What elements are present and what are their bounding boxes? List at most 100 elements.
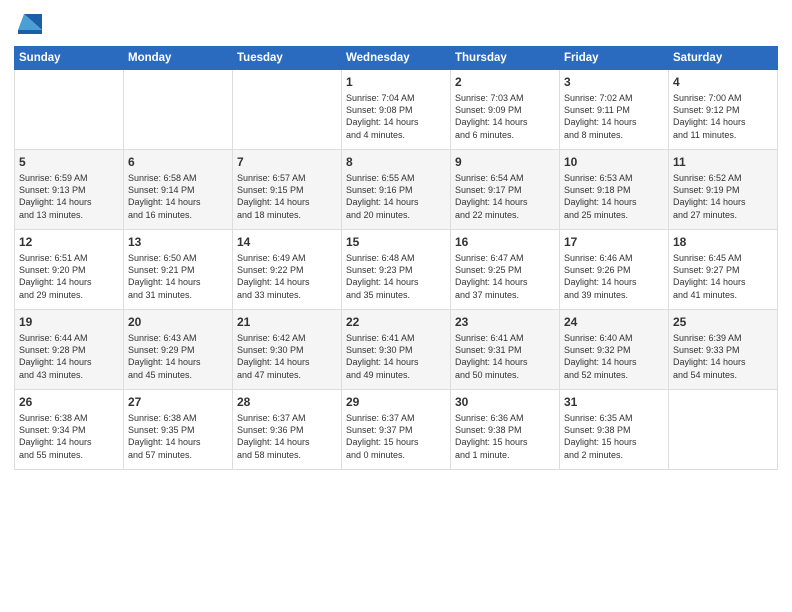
day-info: Sunrise: 6:44 AM Sunset: 9:28 PM Dayligh… xyxy=(19,332,119,381)
calendar-table: SundayMondayTuesdayWednesdayThursdayFrid… xyxy=(14,46,778,470)
day-info: Sunrise: 6:46 AM Sunset: 9:26 PM Dayligh… xyxy=(564,252,664,301)
day-info: Sunrise: 6:57 AM Sunset: 9:15 PM Dayligh… xyxy=(237,172,337,221)
logo xyxy=(14,10,44,38)
col-header-tuesday: Tuesday xyxy=(233,47,342,70)
day-cell xyxy=(15,70,124,150)
page: SundayMondayTuesdayWednesdayThursdayFrid… xyxy=(0,0,792,612)
day-number: 23 xyxy=(455,314,555,330)
day-cell: 11 Sunrise: 6:52 AM Sunset: 9:19 PM Dayli… xyxy=(669,150,778,230)
day-number: 29 xyxy=(346,394,446,410)
day-info: Sunrise: 6:51 AM Sunset: 9:20 PM Dayligh… xyxy=(19,252,119,301)
day-info: Sunrise: 6:49 AM Sunset: 9:22 PM Dayligh… xyxy=(237,252,337,301)
day-number: 25 xyxy=(673,314,773,330)
week-row-5: 26Sunrise: 6:38 AM Sunset: 9:34 PM Dayli… xyxy=(15,390,778,470)
day-info: Sunrise: 6:59 AM Sunset: 9:13 PM Dayligh… xyxy=(19,172,119,221)
day-number: 16 xyxy=(455,234,555,250)
day-cell: 1 Sunrise: 7:04 AM Sunset: 9:08 PM Daylig… xyxy=(342,70,451,150)
day-cell: 5 Sunrise: 6:59 AM Sunset: 9:13 PM Daylig… xyxy=(15,150,124,230)
day-info: Sunrise: 6:58 AM Sunset: 9:14 PM Dayligh… xyxy=(128,172,228,221)
week-row-2: 5 Sunrise: 6:59 AM Sunset: 9:13 PM Daylig… xyxy=(15,150,778,230)
day-info: Sunrise: 6:47 AM Sunset: 9:25 PM Dayligh… xyxy=(455,252,555,301)
day-info: Sunrise: 6:38 AM Sunset: 9:35 PM Dayligh… xyxy=(128,412,228,461)
day-info: Sunrise: 6:36 AM Sunset: 9:38 PM Dayligh… xyxy=(455,412,555,461)
day-number: 6 xyxy=(128,154,228,170)
week-row-3: 12 Sunrise: 6:51 AM Sunset: 9:20 PM Dayli… xyxy=(15,230,778,310)
day-cell: 25Sunrise: 6:39 AM Sunset: 9:33 PM Dayli… xyxy=(669,310,778,390)
day-cell xyxy=(669,390,778,470)
day-cell: 24 Sunrise: 6:40 AM Sunset: 9:32 PM Dayli… xyxy=(560,310,669,390)
day-info: Sunrise: 6:37 AM Sunset: 9:36 PM Dayligh… xyxy=(237,412,337,461)
day-number: 31 xyxy=(564,394,664,410)
day-info: Sunrise: 6:52 AM Sunset: 9:19 PM Dayligh… xyxy=(673,172,773,221)
day-info: Sunrise: 6:55 AM Sunset: 9:16 PM Dayligh… xyxy=(346,172,446,221)
day-number: 18 xyxy=(673,234,773,250)
day-number: 5 xyxy=(19,154,119,170)
header-row: SundayMondayTuesdayWednesdayThursdayFrid… xyxy=(15,47,778,70)
col-header-friday: Friday xyxy=(560,47,669,70)
day-number: 22 xyxy=(346,314,446,330)
day-cell xyxy=(124,70,233,150)
day-number: 20 xyxy=(128,314,228,330)
day-info: Sunrise: 6:54 AM Sunset: 9:17 PM Dayligh… xyxy=(455,172,555,221)
day-number: 17 xyxy=(564,234,664,250)
day-info: Sunrise: 7:03 AM Sunset: 9:09 PM Dayligh… xyxy=(455,92,555,141)
day-cell: 6 Sunrise: 6:58 AM Sunset: 9:14 PM Daylig… xyxy=(124,150,233,230)
day-number: 9 xyxy=(455,154,555,170)
day-number: 11 xyxy=(673,154,773,170)
day-number: 24 xyxy=(564,314,664,330)
day-number: 2 xyxy=(455,74,555,90)
day-info: Sunrise: 6:48 AM Sunset: 9:23 PM Dayligh… xyxy=(346,252,446,301)
day-number: 15 xyxy=(346,234,446,250)
day-number: 26 xyxy=(19,394,119,410)
day-cell: 31 Sunrise: 6:35 AM Sunset: 9:38 PM Dayli… xyxy=(560,390,669,470)
day-number: 12 xyxy=(19,234,119,250)
day-cell: 8 Sunrise: 6:55 AM Sunset: 9:16 PM Daylig… xyxy=(342,150,451,230)
day-cell: 15 Sunrise: 6:48 AM Sunset: 9:23 PM Dayli… xyxy=(342,230,451,310)
day-info: Sunrise: 7:00 AM Sunset: 9:12 PM Dayligh… xyxy=(673,92,773,141)
day-cell: 29Sunrise: 6:37 AM Sunset: 9:37 PM Dayli… xyxy=(342,390,451,470)
day-number: 4 xyxy=(673,74,773,90)
day-number: 3 xyxy=(564,74,664,90)
day-cell: 17 Sunrise: 6:46 AM Sunset: 9:26 PM Dayli… xyxy=(560,230,669,310)
week-row-1: 1 Sunrise: 7:04 AM Sunset: 9:08 PM Daylig… xyxy=(15,70,778,150)
col-header-wednesday: Wednesday xyxy=(342,47,451,70)
day-info: Sunrise: 6:35 AM Sunset: 9:38 PM Dayligh… xyxy=(564,412,664,461)
day-cell: 4 Sunrise: 7:00 AM Sunset: 9:12 PM Daylig… xyxy=(669,70,778,150)
day-cell: 21 Sunrise: 6:42 AM Sunset: 9:30 PM Dayli… xyxy=(233,310,342,390)
col-header-sunday: Sunday xyxy=(15,47,124,70)
day-cell: 26Sunrise: 6:38 AM Sunset: 9:34 PM Dayli… xyxy=(15,390,124,470)
day-info: Sunrise: 6:50 AM Sunset: 9:21 PM Dayligh… xyxy=(128,252,228,301)
header xyxy=(14,10,778,38)
day-info: Sunrise: 6:53 AM Sunset: 9:18 PM Dayligh… xyxy=(564,172,664,221)
day-number: 14 xyxy=(237,234,337,250)
day-cell: 13 Sunrise: 6:50 AM Sunset: 9:21 PM Dayli… xyxy=(124,230,233,310)
day-cell: 12 Sunrise: 6:51 AM Sunset: 9:20 PM Dayli… xyxy=(15,230,124,310)
day-cell: 28 Sunrise: 6:37 AM Sunset: 9:36 PM Dayli… xyxy=(233,390,342,470)
day-number: 28 xyxy=(237,394,337,410)
col-header-thursday: Thursday xyxy=(451,47,560,70)
day-cell: 18 Sunrise: 6:45 AM Sunset: 9:27 PM Dayli… xyxy=(669,230,778,310)
day-cell xyxy=(233,70,342,150)
day-info: Sunrise: 6:42 AM Sunset: 9:30 PM Dayligh… xyxy=(237,332,337,381)
day-cell: 2 Sunrise: 7:03 AM Sunset: 9:09 PM Daylig… xyxy=(451,70,560,150)
col-header-monday: Monday xyxy=(124,47,233,70)
day-number: 10 xyxy=(564,154,664,170)
day-info: Sunrise: 6:40 AM Sunset: 9:32 PM Dayligh… xyxy=(564,332,664,381)
day-cell: 19Sunrise: 6:44 AM Sunset: 9:28 PM Dayli… xyxy=(15,310,124,390)
day-info: Sunrise: 6:41 AM Sunset: 9:31 PM Dayligh… xyxy=(455,332,555,381)
day-cell: 22Sunrise: 6:41 AM Sunset: 9:30 PM Dayli… xyxy=(342,310,451,390)
logo-icon xyxy=(14,10,42,38)
day-number: 8 xyxy=(346,154,446,170)
day-cell: 16 Sunrise: 6:47 AM Sunset: 9:25 PM Dayli… xyxy=(451,230,560,310)
day-number: 30 xyxy=(455,394,555,410)
week-row-4: 19Sunrise: 6:44 AM Sunset: 9:28 PM Dayli… xyxy=(15,310,778,390)
day-number: 1 xyxy=(346,74,446,90)
day-number: 13 xyxy=(128,234,228,250)
day-info: Sunrise: 6:45 AM Sunset: 9:27 PM Dayligh… xyxy=(673,252,773,301)
day-number: 21 xyxy=(237,314,337,330)
col-header-saturday: Saturday xyxy=(669,47,778,70)
day-info: Sunrise: 6:43 AM Sunset: 9:29 PM Dayligh… xyxy=(128,332,228,381)
day-info: Sunrise: 7:04 AM Sunset: 9:08 PM Dayligh… xyxy=(346,92,446,141)
day-cell: 27 Sunrise: 6:38 AM Sunset: 9:35 PM Dayli… xyxy=(124,390,233,470)
day-number: 27 xyxy=(128,394,228,410)
